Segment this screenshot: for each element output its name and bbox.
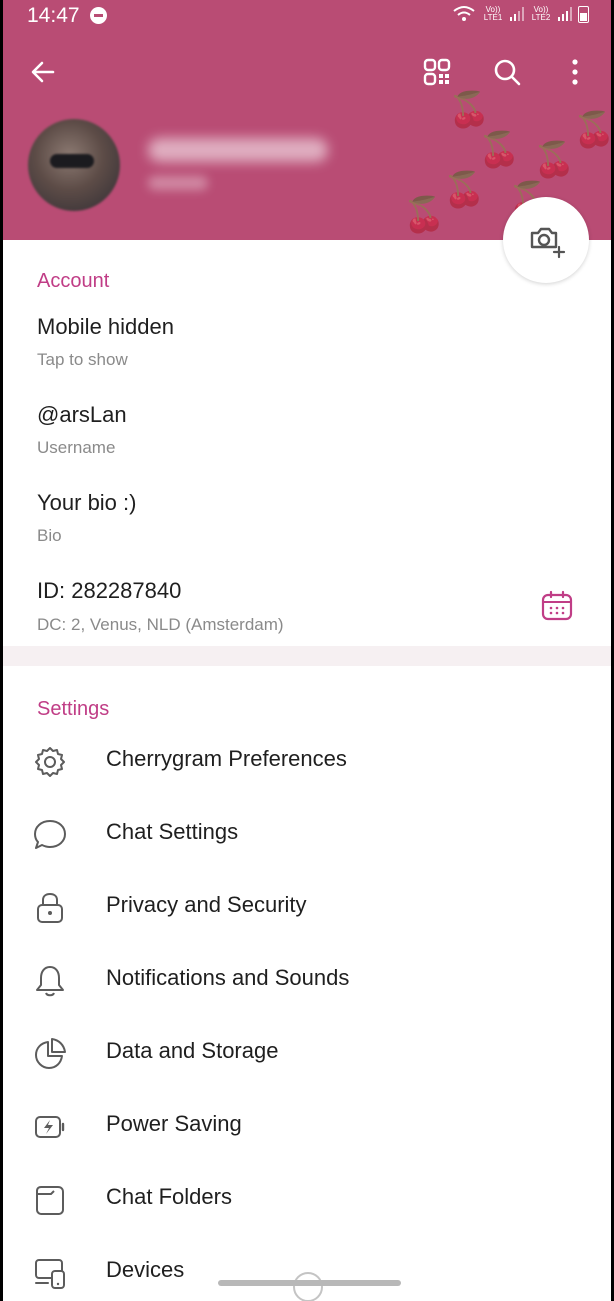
cherry-pattern-icon: 🍒 xyxy=(478,131,521,169)
status-time: 14:47 xyxy=(27,4,80,27)
username-value[interactable]: @arsLan xyxy=(37,402,127,428)
settings-item-label: Cherrygram Preferences xyxy=(106,746,347,771)
calendar-icon xyxy=(541,590,573,621)
devices-icon xyxy=(35,1259,65,1289)
registration-date-button[interactable] xyxy=(540,589,574,623)
bell-icon xyxy=(36,966,64,997)
settings-item-label: Data and Storage xyxy=(106,1038,279,1063)
search-button[interactable] xyxy=(487,52,527,92)
settings-item-cherrygram-preferences[interactable]: Cherrygram Preferences xyxy=(3,730,611,790)
home-button[interactable] xyxy=(293,1272,323,1301)
phone-number-hint: Tap to show xyxy=(37,350,128,369)
lock-icon xyxy=(37,892,63,923)
profile-name-redacted xyxy=(148,138,328,162)
sim1-label: Vo)) LTE1 xyxy=(483,5,503,22)
back-button[interactable] xyxy=(23,52,63,92)
cherry-pattern-icon: 🍒 xyxy=(573,111,611,149)
profile-avatar[interactable] xyxy=(28,119,120,211)
profile-header: 🍒 🍒 🍒 🍒 🍒 🍒 🍒 14:47 Vo)) LTE1 Vo)) L xyxy=(3,0,611,240)
cherry-pattern-icon: 🍒 xyxy=(403,196,446,234)
arrow-left-icon xyxy=(31,61,55,83)
qr-code-button[interactable] xyxy=(417,52,457,92)
profile-screen: 🍒 🍒 🍒 🍒 🍒 🍒 🍒 14:47 Vo)) LTE1 Vo)) L xyxy=(3,0,611,1301)
more-options-button[interactable] xyxy=(555,52,595,92)
do-not-disturb-icon xyxy=(90,7,107,24)
battery-bolt-icon xyxy=(35,1116,65,1138)
cherry-pattern-icon: 🍒 xyxy=(443,171,486,209)
signal-icon xyxy=(558,7,572,21)
signal-icon xyxy=(510,7,524,21)
profile-status-redacted xyxy=(148,176,208,190)
avatar-detail xyxy=(50,154,94,168)
settings-item-data-and-storage[interactable]: Data and Storage xyxy=(3,1022,611,1082)
cherry-pattern-icon: 🍒 xyxy=(533,141,576,179)
gesture-navigation-bar[interactable] xyxy=(218,1280,401,1286)
user-id-value[interactable]: ID: 282287840 xyxy=(37,578,181,604)
more-vertical-icon xyxy=(572,59,578,85)
settings-item-label: Chat Settings xyxy=(106,819,239,844)
settings-item-chat-settings[interactable]: Chat Settings xyxy=(3,803,611,863)
pie-chart-icon xyxy=(35,1038,66,1069)
qr-code-icon xyxy=(423,58,451,86)
gear-icon xyxy=(35,747,65,777)
datacenter-value: DC: 2, Venus, NLD (Amsterdam) xyxy=(37,615,284,634)
sim2-label: Vo)) LTE2 xyxy=(531,5,551,22)
status-icons: Vo)) LTE1 Vo)) LTE2 xyxy=(452,5,589,23)
settings-item-label: Chat Folders xyxy=(106,1184,232,1209)
settings-item-privacy-and-security[interactable]: Privacy and Security xyxy=(3,876,611,936)
settings-item-label: Notifications and Sounds xyxy=(106,965,350,990)
phone-number-value[interactable]: Mobile hidden xyxy=(37,314,174,340)
wifi-icon xyxy=(453,6,475,21)
account-section-title: Account xyxy=(37,270,110,292)
settings-item-notifications-and-sounds[interactable]: Notifications and Sounds xyxy=(3,949,611,1009)
set-photo-button[interactable] xyxy=(503,197,589,283)
settings-item-power-saving[interactable]: Power Saving xyxy=(3,1095,611,1155)
status-bar: 14:47 Vo)) LTE1 Vo)) LTE2 xyxy=(3,0,611,34)
bio-label: Bio xyxy=(37,526,62,545)
folder-icon xyxy=(36,1186,64,1215)
settings-item-label: Privacy and Security xyxy=(106,892,307,917)
settings-item-label: Power Saving xyxy=(106,1111,242,1136)
bio-value[interactable]: Your bio :) xyxy=(37,490,136,516)
section-divider xyxy=(3,646,611,666)
search-icon xyxy=(494,59,521,86)
chat-bubble-icon xyxy=(34,820,66,849)
username-label: Username xyxy=(37,438,116,457)
cherry-pattern-icon: 🍒 xyxy=(448,91,491,129)
camera-add-icon xyxy=(530,227,566,259)
settings-item-chat-folders[interactable]: Chat Folders xyxy=(3,1168,611,1228)
settings-section-title: Settings xyxy=(37,698,110,720)
battery-icon xyxy=(578,5,589,23)
settings-item-label: Devices xyxy=(106,1257,185,1282)
